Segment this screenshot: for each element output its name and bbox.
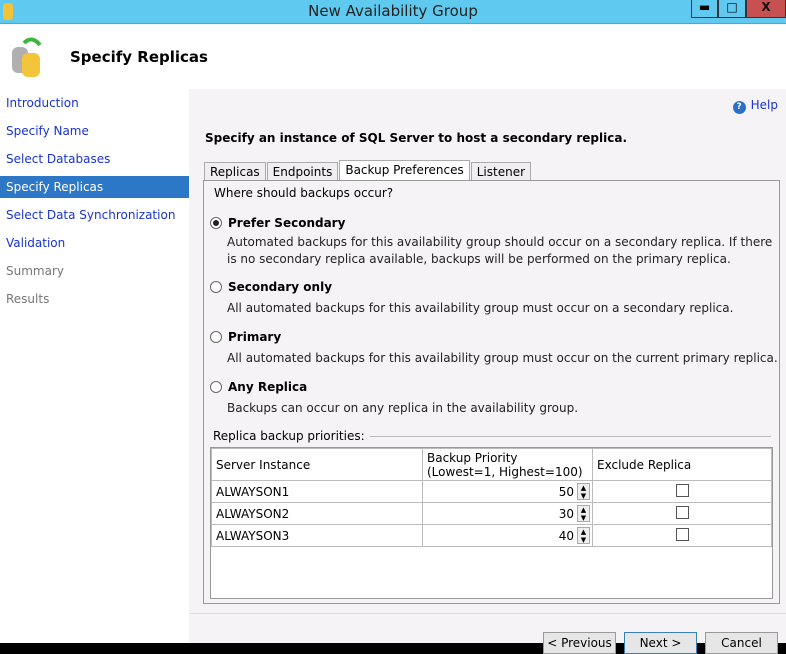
priorities-group-label: Replica backup priorities:: [213, 429, 771, 443]
option-label: Secondary only: [228, 280, 333, 294]
exclude-cell: [592, 524, 772, 547]
replica-priorities-grid: Server Instance Backup Priority (Lowest=1…: [210, 447, 773, 599]
instruction-text: Specify an instance of SQL Server to hos…: [205, 131, 628, 145]
cancel-button[interactable]: Cancel: [705, 632, 778, 654]
wizard-window: New Availability Group ▬ □ X Specify Rep…: [0, 0, 786, 654]
priority-stepper[interactable]: 40 ▲ ▼: [422, 524, 593, 547]
minimize-button[interactable]: ▬: [691, 0, 718, 18]
col-title: Backup Priority: [427, 450, 518, 465]
priority-stepper[interactable]: 50 ▲ ▼: [422, 480, 593, 503]
table-row: ALWAYSON2 30 ▲ ▼: [211, 502, 772, 525]
tab-endpoints[interactable]: Endpoints: [266, 162, 339, 182]
radio-button[interactable]: [210, 217, 222, 229]
database-replica-icon: [12, 37, 42, 77]
divider: [190, 613, 786, 614]
exclude-cell: [592, 480, 772, 503]
main-content: ? Help Specify an instance of SQL Server …: [190, 89, 786, 654]
priority-stepper[interactable]: 30 ▲ ▼: [422, 502, 593, 525]
option-description: All automated backups for this availabil…: [227, 301, 734, 315]
table-row: ALWAYSON1 50 ▲ ▼: [211, 480, 772, 503]
option-prefer-secondary[interactable]: Prefer Secondary: [210, 216, 345, 230]
radio-button[interactable]: [210, 331, 222, 343]
grid-header-row: Server Instance Backup Priority (Lowest=1…: [211, 448, 772, 481]
option-secondary-only[interactable]: Secondary only: [210, 280, 332, 294]
priority-value[interactable]: 50: [559, 485, 574, 499]
close-button[interactable]: X: [746, 0, 786, 18]
spinner-arrows-icon[interactable]: ▲ ▼: [577, 483, 590, 500]
step-specify-replicas[interactable]: Specify Replicas: [0, 176, 189, 198]
priority-value[interactable]: 30: [559, 507, 574, 521]
step-validation[interactable]: Validation: [0, 229, 189, 257]
next-button[interactable]: Next >: [624, 632, 697, 654]
col-exclude-replica: Exclude Replica: [592, 448, 772, 481]
backup-preferences-panel: Where should backups occur? Prefer Secon…: [203, 180, 780, 604]
help-link[interactable]: ? Help: [732, 98, 778, 114]
option-description: All automated backups for this availabil…: [227, 351, 778, 365]
help-label: Help: [750, 98, 778, 112]
spinner-arrows-icon[interactable]: ▲ ▼: [577, 505, 590, 522]
option-label: Prefer Secondary: [228, 216, 346, 230]
title-bar: New Availability Group ▬ □ X: [0, 0, 786, 24]
priority-value[interactable]: 40: [559, 529, 574, 543]
col-subtitle: (Lowest=1, Highest=100): [427, 464, 583, 479]
server-cell: ALWAYSON3: [211, 524, 423, 547]
option-label: Any Replica: [228, 380, 308, 394]
option-primary[interactable]: Primary: [210, 330, 281, 344]
option-description: Backups can occur on any replica in the …: [227, 401, 579, 415]
tab-backup-preferences[interactable]: Backup Preferences: [339, 160, 470, 182]
radio-button[interactable]: [210, 281, 222, 293]
col-server-instance: Server Instance: [211, 448, 423, 481]
tab-listener[interactable]: Listener: [470, 162, 532, 182]
wizard-header: Specify Replicas: [0, 25, 786, 89]
option-label: Primary: [228, 330, 282, 344]
help-icon: ?: [732, 101, 746, 114]
table-row: ALWAYSON3 40 ▲ ▼: [211, 524, 772, 547]
maximize-button[interactable]: □: [718, 0, 746, 18]
step-select-data-sync[interactable]: Select Data Synchronization: [0, 201, 189, 229]
exclude-cell: [592, 502, 772, 525]
server-cell: ALWAYSON1: [211, 480, 423, 503]
tab-strip: Replicas Endpoints Backup Preferences Li…: [204, 160, 532, 182]
option-any-replica[interactable]: Any Replica: [210, 380, 307, 394]
spinner-arrows-icon[interactable]: ▲ ▼: [577, 527, 590, 544]
step-results: Results: [6, 292, 50, 306]
server-cell: ALWAYSON2: [211, 502, 423, 525]
backup-question: Where should backups occur?: [214, 186, 394, 200]
wizard-steps-sidebar: Introduction Specify Name Select Databas…: [0, 89, 189, 643]
group-label-text: Replica backup priorities:: [213, 429, 370, 443]
step-specify-name[interactable]: Specify Name: [0, 117, 189, 145]
previous-button[interactable]: < Previous: [543, 632, 616, 654]
radio-button[interactable]: [210, 381, 222, 393]
step-summary: Summary: [6, 264, 64, 278]
tab-replicas[interactable]: Replicas: [204, 162, 266, 182]
col-backup-priority: Backup Priority (Lowest=1, Highest=100): [422, 448, 593, 481]
step-introduction[interactable]: Introduction: [0, 89, 189, 117]
step-select-databases[interactable]: Select Databases: [0, 145, 189, 173]
exclude-checkbox[interactable]: [675, 483, 689, 497]
exclude-checkbox[interactable]: [675, 527, 689, 541]
page-title: Specify Replicas: [70, 48, 208, 66]
option-description: Automated backups for this availability …: [227, 235, 773, 266]
window-title: New Availability Group: [308, 2, 478, 20]
exclude-checkbox[interactable]: [675, 505, 689, 519]
